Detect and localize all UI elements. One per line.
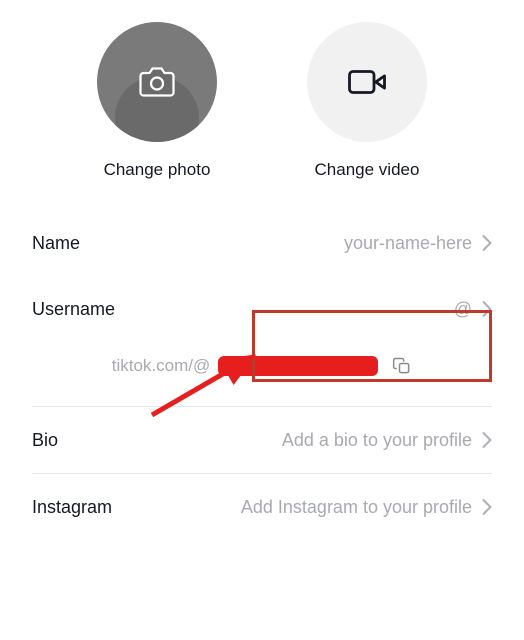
username-label: Username: [32, 299, 115, 320]
profile-url-row: tiktok.com/@: [0, 342, 524, 406]
name-row[interactable]: Name your-name-here: [32, 210, 492, 276]
change-video-button[interactable]: Change video: [307, 22, 427, 180]
change-photo-label: Change photo: [104, 160, 211, 180]
username-row[interactable]: Username @: [32, 276, 492, 342]
chevron-right-icon: [482, 301, 492, 317]
camera-icon: [139, 64, 175, 100]
bio-label: Bio: [32, 430, 58, 451]
username-value: @: [454, 299, 472, 320]
video-icon: [346, 61, 388, 103]
instagram-label: Instagram: [32, 497, 112, 518]
chevron-right-icon: [482, 432, 492, 448]
avatar-placeholder: [97, 22, 217, 142]
bio-row[interactable]: Bio Add a bio to your profile: [32, 407, 492, 473]
name-label: Name: [32, 233, 80, 254]
copy-icon[interactable]: [392, 356, 412, 376]
bio-value: Add a bio to your profile: [282, 430, 472, 451]
chevron-right-icon: [482, 499, 492, 515]
name-value: your-name-here: [344, 233, 472, 254]
video-placeholder: [307, 22, 427, 142]
instagram-value: Add Instagram to your profile: [241, 497, 472, 518]
redacted-username: [218, 356, 378, 376]
change-photo-button[interactable]: Change photo: [97, 22, 217, 180]
change-video-label: Change video: [315, 160, 420, 180]
chevron-right-icon: [482, 235, 492, 251]
instagram-row[interactable]: Instagram Add Instagram to your profile: [32, 474, 492, 540]
profile-url-prefix: tiktok.com/@: [112, 356, 211, 376]
